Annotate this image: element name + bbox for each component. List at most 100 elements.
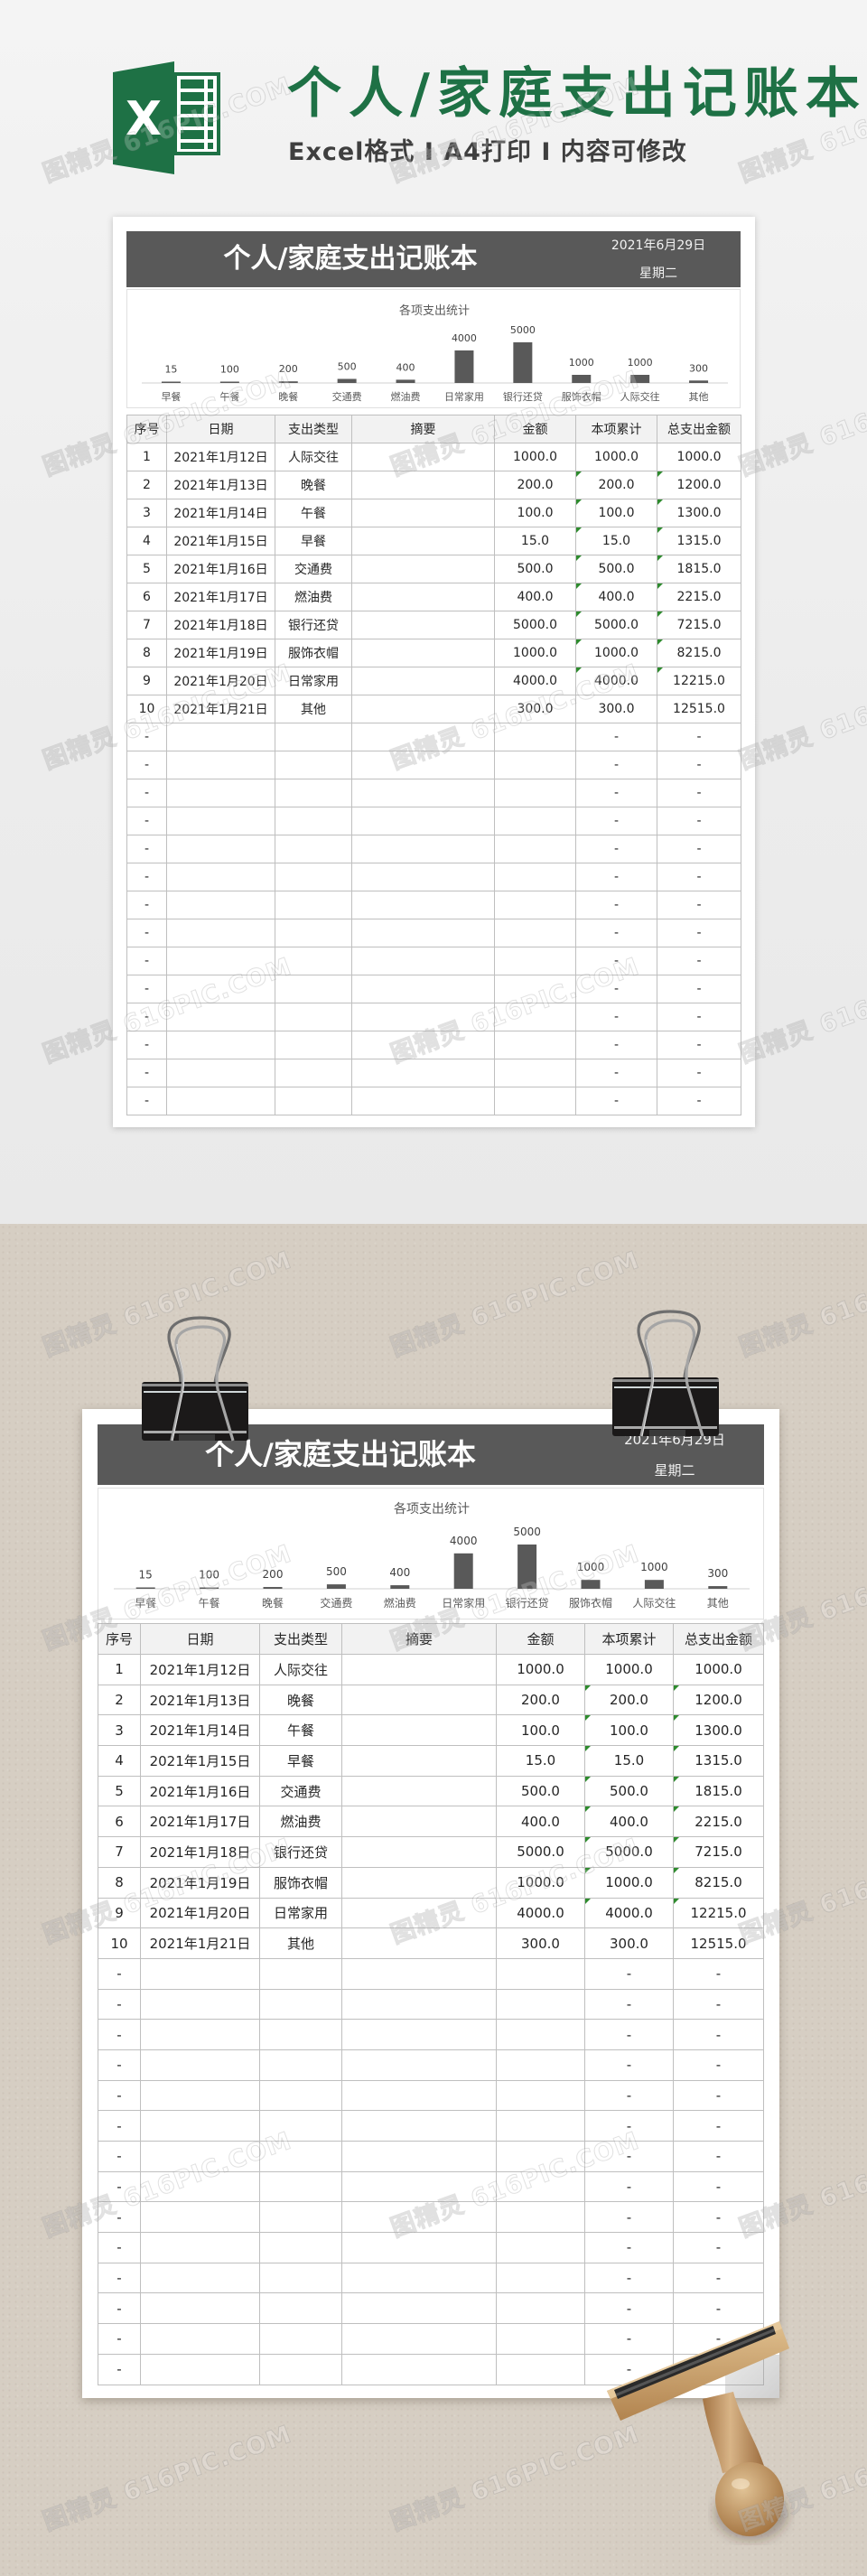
summary-cell bbox=[351, 751, 495, 779]
item-total-cell: 15.0 bbox=[575, 527, 657, 555]
expense-type-cell bbox=[275, 751, 352, 779]
amount-cell bbox=[496, 2323, 585, 2355]
bar-value-label: 1000 bbox=[577, 1561, 605, 1573]
amount-cell: 400.0 bbox=[496, 1806, 585, 1838]
grand-total-cell: 1300.0 bbox=[673, 1714, 764, 1747]
bar bbox=[200, 1587, 219, 1589]
amount-cell: 4000.0 bbox=[496, 1897, 585, 1929]
item-total-cell: 200.0 bbox=[575, 471, 657, 499]
row-number-cell: 10 bbox=[126, 695, 167, 723]
bar bbox=[581, 1580, 601, 1589]
date-cell: 2021年1月18日 bbox=[166, 611, 275, 639]
expense-type-cell bbox=[259, 2110, 342, 2142]
page-subtitle: Excel格式 I A4打印 I 内容可修改 bbox=[288, 138, 687, 166]
amount-cell bbox=[494, 947, 576, 975]
table-row: --- bbox=[98, 1988, 764, 2021]
row-number-cell: - bbox=[126, 919, 167, 947]
date-cell: 2021年1月14日 bbox=[140, 1714, 260, 1747]
item-total-cell: - bbox=[584, 2170, 674, 2203]
summary-cell bbox=[341, 2079, 497, 2112]
date-cell bbox=[166, 891, 275, 919]
table-row: --- bbox=[126, 835, 741, 863]
category-label: 日常家用 bbox=[442, 1596, 485, 1610]
expense-type-cell: 银行还贷 bbox=[259, 1836, 342, 1868]
expense-type-cell bbox=[259, 2323, 342, 2355]
table-row: --- bbox=[126, 723, 741, 751]
grand-total-cell: - bbox=[657, 779, 741, 807]
summary-cell bbox=[351, 639, 495, 667]
table-row: --- bbox=[126, 891, 741, 919]
grand-total-cell: - bbox=[673, 1988, 764, 2021]
item-total-cell: 1000.0 bbox=[584, 1654, 674, 1685]
table-row: 5 2021年1月16日 交通费 500.0 500.0 1815.0 bbox=[126, 555, 741, 583]
column-header: 金额 bbox=[494, 415, 576, 443]
date-cell bbox=[166, 751, 275, 779]
expense-type-cell bbox=[275, 1031, 352, 1059]
grand-total-cell: - bbox=[657, 751, 741, 779]
column-header: 序号 bbox=[126, 415, 167, 443]
bar bbox=[219, 381, 239, 383]
table-row: 6 2021年1月17日 燃油费 400.0 400.0 2215.0 bbox=[126, 583, 741, 611]
expense-type-cell: 燃油费 bbox=[259, 1806, 342, 1838]
column-header: 总支出金额 bbox=[673, 1623, 764, 1655]
row-number-cell: 4 bbox=[126, 527, 167, 555]
table-row: 8 2021年1月19日 服饰衣帽 1000.0 1000.0 8215.0 bbox=[126, 639, 741, 667]
grand-total-cell: 7215.0 bbox=[673, 1836, 764, 1868]
expense-bar-chart: 各项支出统计 15 早餐 100 午餐 200 晚餐 500 交通费 400 燃油费 4000 日常家用… bbox=[114, 1502, 750, 1610]
expense-type-cell: 日常家用 bbox=[275, 667, 352, 695]
item-total-cell: 15.0 bbox=[584, 1745, 674, 1777]
row-number-cell: 8 bbox=[98, 1866, 141, 1899]
column-header: 本项累计 bbox=[575, 415, 657, 443]
row-number-cell: - bbox=[126, 975, 167, 1003]
expense-type-cell bbox=[275, 723, 352, 751]
summary-cell bbox=[351, 499, 495, 527]
expense-type-cell: 晚餐 bbox=[275, 471, 352, 499]
summary-cell bbox=[351, 891, 495, 919]
amount-cell bbox=[494, 891, 576, 919]
table-row: 6 2021年1月17日 燃油费 400.0 400.0 2215.0 bbox=[98, 1806, 764, 1838]
amount-cell bbox=[496, 1988, 585, 2021]
grand-total-cell: 8215.0 bbox=[657, 639, 741, 667]
category-label: 服饰衣帽 bbox=[562, 390, 601, 403]
grand-total-cell: 1815.0 bbox=[673, 1775, 764, 1807]
date-cell bbox=[166, 1031, 275, 1059]
amount-cell bbox=[494, 1059, 576, 1087]
summary-cell bbox=[351, 1059, 495, 1087]
date-cell: 2021年1月15日 bbox=[166, 527, 275, 555]
summary-cell bbox=[351, 919, 495, 947]
grand-total-cell: - bbox=[673, 2110, 764, 2142]
table-row: --- bbox=[98, 2201, 764, 2234]
amount-cell: 400.0 bbox=[494, 583, 576, 611]
column-header: 金额 bbox=[496, 1623, 585, 1655]
amount-cell: 500.0 bbox=[494, 555, 576, 583]
row-number-cell: - bbox=[126, 1031, 167, 1059]
summary-cell bbox=[341, 2141, 497, 2172]
bar-value-label: 5000 bbox=[513, 1526, 541, 1538]
date-cell bbox=[166, 807, 275, 835]
expense-type-cell bbox=[259, 2049, 342, 2081]
grand-total-cell: - bbox=[657, 807, 741, 835]
summary-cell bbox=[351, 471, 495, 499]
bar bbox=[263, 1587, 283, 1589]
summary-cell bbox=[351, 443, 495, 471]
date-cell bbox=[166, 863, 275, 891]
grand-total-cell: - bbox=[657, 1031, 741, 1059]
chart-title: 各项支出统计 bbox=[399, 303, 470, 318]
expense-type-cell: 服饰衣帽 bbox=[259, 1866, 342, 1899]
row-number-cell: 7 bbox=[126, 611, 167, 639]
date-cell: 2021年1月12日 bbox=[166, 443, 275, 471]
summary-cell bbox=[341, 2353, 497, 2385]
row-number-cell: - bbox=[98, 2170, 141, 2203]
date-cell: 2021年1月21日 bbox=[140, 1927, 260, 1959]
grand-total-cell: 1000.0 bbox=[657, 443, 741, 471]
item-total-cell: 4000.0 bbox=[575, 667, 657, 695]
summary-cell bbox=[341, 1897, 497, 1929]
table-row: 5 2021年1月16日 交通费 500.0 500.0 1815.0 bbox=[98, 1775, 764, 1807]
summary-cell bbox=[341, 1866, 497, 1899]
amount-cell bbox=[496, 2049, 585, 2081]
grand-total-cell: - bbox=[657, 723, 741, 751]
expense-type-cell bbox=[275, 807, 352, 835]
amount-cell bbox=[496, 2170, 585, 2203]
table-header-row: 序号 日期 支出类型 摘要 金额 本项累计 总支出金额 bbox=[126, 415, 741, 443]
item-total-cell: - bbox=[575, 891, 657, 919]
